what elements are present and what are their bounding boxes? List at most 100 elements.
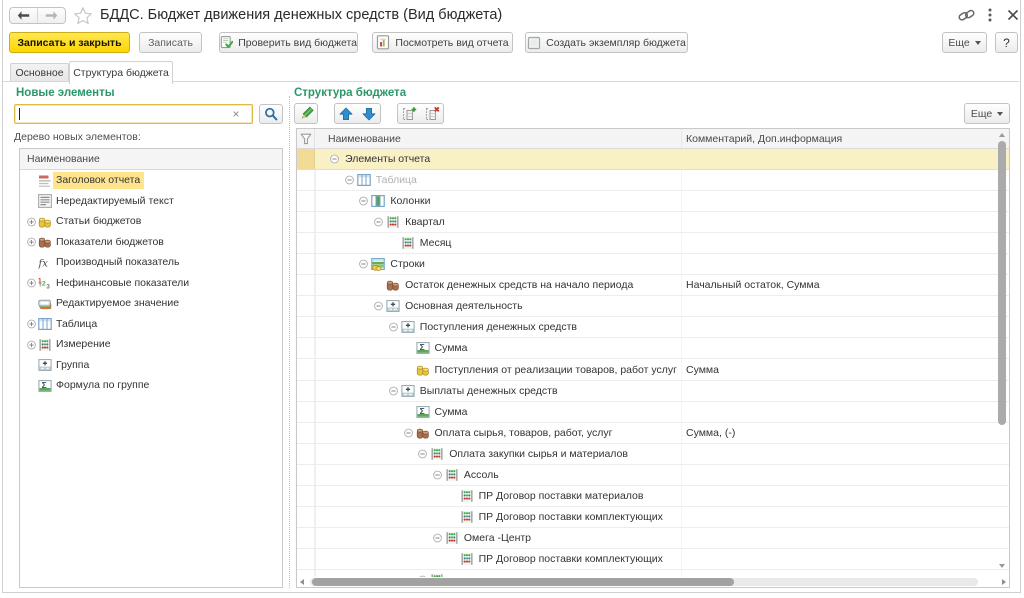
help-label: ?	[1003, 36, 1010, 50]
tab-main[interactable]: Основное	[10, 63, 69, 81]
document-check-icon	[220, 35, 233, 50]
expander-plus-icon[interactable]	[27, 320, 36, 329]
get-link-icon[interactable]	[956, 6, 976, 24]
structure-row[interactable]: Оплата закупки сырья и материалов	[297, 444, 1009, 465]
search-button[interactable]	[259, 104, 283, 124]
clear-search-icon[interactable]: ×	[226, 104, 246, 124]
structure-row[interactable]: Ассоль	[297, 465, 1009, 486]
panel-splitter[interactable]	[289, 96, 290, 588]
vertical-scrollbar-thumb[interactable]	[998, 141, 1006, 425]
right-panel-title: Структура бюджета	[294, 87, 406, 99]
close-icon[interactable]	[1003, 6, 1023, 24]
expander-minus-icon[interactable]	[374, 218, 383, 227]
left-tree-item[interactable]: fxПроизводный показатель	[20, 252, 282, 273]
move-down-button[interactable]	[357, 103, 381, 124]
add-level-button[interactable]	[397, 103, 421, 124]
back-button[interactable]	[10, 8, 37, 23]
filter-column-header[interactable]	[297, 129, 315, 148]
structure-row[interactable]: Остаток денежных средств на начало перио…	[297, 275, 1009, 296]
structure-row[interactable]: Элементы отчета	[297, 149, 1009, 170]
left-column-header[interactable]: Наименование	[20, 149, 282, 170]
save-and-close-button[interactable]: Записать и закрыть	[9, 32, 130, 53]
search-input[interactable]	[14, 104, 253, 124]
scroll-right-icon[interactable]	[1002, 579, 1006, 585]
structure-row[interactable]: Поступления от реализации товаров, работ…	[297, 360, 1009, 381]
expander-minus-icon[interactable]	[404, 428, 413, 437]
vertical-scrollbar[interactable]	[998, 131, 1006, 576]
remove-level-button[interactable]	[420, 103, 444, 124]
expander-minus-icon[interactable]	[359, 197, 368, 206]
coins-brown-icon	[38, 235, 52, 249]
left-tree-item[interactable]: ΣФормула по группе	[20, 375, 282, 396]
expander-minus-icon[interactable]	[433, 470, 442, 479]
expander-minus-icon[interactable]	[330, 155, 339, 164]
structure-row[interactable]: ПР Договор поставки комплектующих	[297, 507, 1009, 528]
structure-row[interactable]: Таблица	[297, 170, 1009, 191]
scroll-left-icon[interactable]	[300, 579, 304, 585]
expander-minus-icon[interactable]	[389, 323, 398, 332]
structure-row[interactable]: ΣСумма	[297, 338, 1009, 359]
view-report-button[interactable]: Посмотреть вид отчета	[372, 32, 513, 53]
svg-text:Σ: Σ	[419, 406, 424, 416]
left-tree-item[interactable]: Измерение	[20, 334, 282, 355]
expander-minus-icon[interactable]	[345, 176, 354, 185]
structure-row-name: Поступления от реализации товаров, работ…	[435, 360, 677, 380]
structure-row[interactable]: Основная деятельность	[297, 296, 1009, 317]
edit-button[interactable]	[294, 103, 318, 124]
move-up-button[interactable]	[334, 103, 358, 124]
help-button[interactable]: ?	[995, 32, 1018, 53]
expander-plus-icon[interactable]	[27, 217, 36, 226]
structure-row[interactable]: Строки	[297, 254, 1009, 275]
scroll-up-icon[interactable]	[999, 133, 1005, 137]
structure-row[interactable]: ΣСумма	[297, 402, 1009, 423]
expander-plus-icon[interactable]	[27, 279, 36, 288]
expander-minus-icon[interactable]	[359, 260, 368, 269]
more-button-structure[interactable]: Еще	[964, 103, 1010, 124]
row-marker-cell	[297, 317, 315, 337]
expander-plus-icon[interactable]	[27, 340, 36, 349]
left-tree-item[interactable]: Редактируемое значение	[20, 293, 282, 314]
structure-row[interactable]: Месяц	[297, 233, 1009, 254]
tab-budget-structure[interactable]: Структура бюджета	[69, 61, 173, 84]
left-tree-item[interactable]: Заголовок отчета	[20, 170, 282, 191]
structure-row[interactable]: ПР Договор поставки материалов	[297, 486, 1009, 507]
structure-row-name: Колонки	[390, 191, 430, 211]
grid-header-name[interactable]: Наименование	[328, 129, 401, 148]
expander-plus-icon[interactable]	[27, 238, 36, 247]
left-tree-item[interactable]: Показатели бюджетов	[20, 232, 282, 253]
menu-kebab-icon[interactable]	[980, 6, 1000, 24]
left-tree-item[interactable]: Группа	[20, 355, 282, 376]
row-marker-cell	[297, 486, 315, 506]
grid-header-comment[interactable]: Комментарий, Доп.информация	[681, 129, 842, 148]
favorite-star-icon[interactable]	[73, 6, 93, 26]
left-tree-item[interactable]: Статьи бюджетов	[20, 211, 282, 232]
create-budget-instance-button[interactable]: Создать экземпляр бюджета	[525, 32, 688, 53]
horizontal-scrollbar[interactable]	[297, 577, 1009, 587]
table-add-icon	[401, 106, 417, 122]
scroll-down-icon[interactable]	[999, 564, 1005, 568]
chevron-down-icon	[997, 112, 1003, 116]
structure-row[interactable]: Омега -Центр	[297, 528, 1009, 549]
left-tree-item[interactable]: Нередактируемый текст	[20, 191, 282, 212]
structure-row[interactable]: Колонки	[297, 191, 1009, 212]
save-button[interactable]: Записать	[139, 32, 202, 53]
structure-row[interactable]: Поступления денежных средств	[297, 317, 1009, 338]
table-icon	[38, 317, 52, 331]
horizontal-scrollbar-thumb[interactable]	[312, 578, 734, 586]
forward-button[interactable]	[37, 8, 65, 23]
left-tree-item[interactable]: 123Нефинансовые показатели	[20, 273, 282, 294]
expander-minus-icon[interactable]	[389, 386, 398, 395]
expander-minus-icon[interactable]	[418, 449, 427, 458]
structure-row[interactable]: ПР Договор поставки комплектующих	[297, 549, 1009, 570]
structure-row[interactable]: Выплаты денежных средств	[297, 381, 1009, 402]
check-budget-view-button[interactable]: Проверить вид бюджета	[219, 32, 358, 53]
left-tree-item[interactable]: Таблица	[20, 314, 282, 335]
expander-minus-icon[interactable]	[433, 533, 442, 542]
left-tree-item-label: Статьи бюджетов	[53, 213, 145, 230]
structure-row[interactable]: Оплата сырья, товаров, работ, услугСумма…	[297, 423, 1009, 444]
structure-row-name: Оплата сырья, товаров, работ, услуг	[435, 423, 613, 443]
expander-minus-icon[interactable]	[374, 302, 383, 311]
more-button-top[interactable]: Еще	[942, 32, 987, 53]
structure-row-name: Таблица	[376, 170, 417, 190]
structure-row[interactable]: Квартал	[297, 212, 1009, 233]
